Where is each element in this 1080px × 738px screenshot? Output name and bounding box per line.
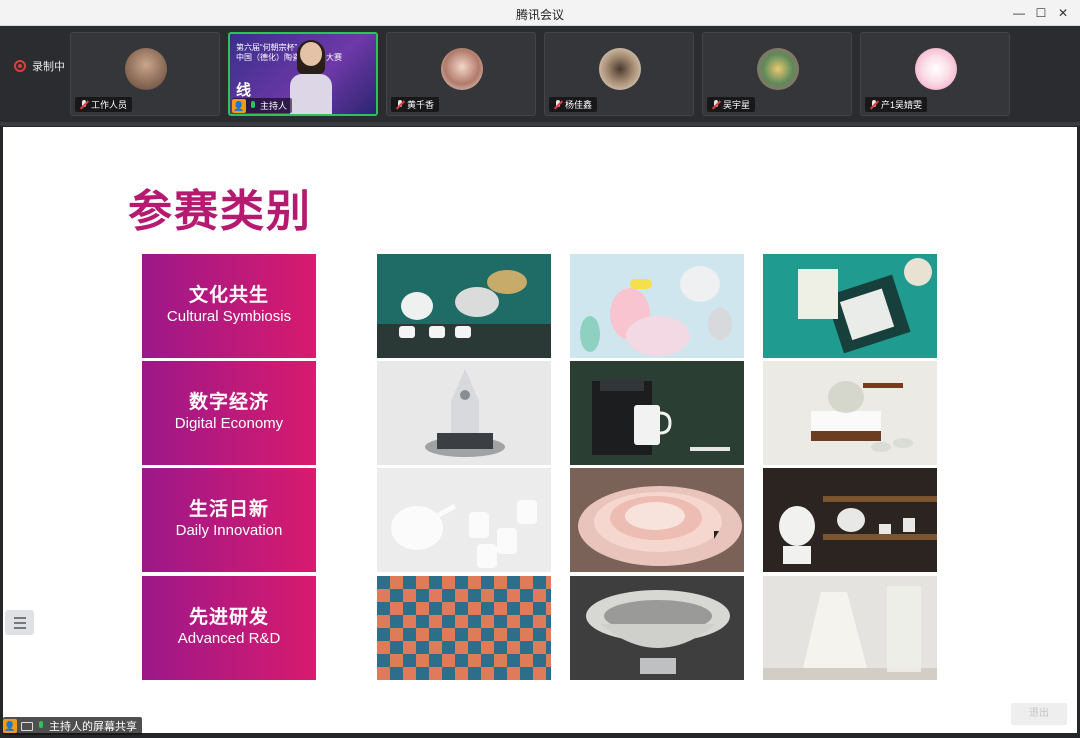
mic-muted-icon (80, 99, 88, 110)
category-card: 生活日新 Daily Innovation (142, 468, 316, 572)
host-video-text-3: 线 (236, 82, 252, 99)
record-icon (14, 60, 26, 72)
category-card: 数字经济 Digital Economy (142, 361, 316, 465)
share-label-text: 主持人的屏幕共享 (49, 721, 137, 733)
category-title-zh: 文化共生 (188, 284, 269, 306)
category-title-zh: 先进研发 (188, 606, 269, 628)
participant-namebar: 吴宇星 (707, 97, 756, 112)
participant-name: 产1吴婧雯 (881, 100, 923, 110)
category-card: 文化共生 Cultural Symbiosis (142, 254, 316, 358)
avatar (599, 48, 641, 90)
participant-tile[interactable]: 吴宇星 (702, 32, 852, 116)
mic-muted-icon (870, 99, 878, 110)
shared-screen: 参赛类别 文化共生 Cultural Symbiosis 数字经济 Digita… (3, 127, 1077, 733)
mic-muted-icon (396, 99, 404, 110)
slide-title: 参赛类别 (128, 186, 312, 237)
participant-tile-host[interactable]: 第六届“何朝宗杯” 中国（德化）陶瓷 大赛 线 👤 主持人 (228, 32, 378, 116)
mic-on-icon (249, 100, 257, 111)
minimize-icon[interactable]: — (1010, 4, 1028, 22)
divider (0, 122, 1080, 126)
category-title-en: Digital Economy (174, 415, 284, 432)
product-photo (377, 576, 551, 680)
participant-namebar: 产1吴婧雯 (865, 97, 928, 112)
participant-name: 工作人员 (91, 100, 128, 110)
product-photo (763, 361, 937, 465)
category-title-en: Advanced R&D (177, 630, 281, 647)
meeting-window: 腾讯会议 — ☐ ✕ 录制中 工作人员 第六届“何朝宗杯” 中国（德化）陶瓷 大赛… (0, 0, 1080, 738)
recording-indicator[interactable]: 录制中 (14, 58, 65, 74)
mouse-cursor (714, 531, 719, 539)
participant-name: 吴宇星 (723, 100, 751, 110)
participant-namebar: 杨佳鑫 (549, 97, 598, 112)
product-photo (570, 254, 744, 358)
product-photo (763, 468, 937, 572)
product-photo (763, 254, 937, 358)
product-photo (763, 576, 937, 680)
participant-tile[interactable]: 杨佳鑫 (544, 32, 694, 116)
participant-name: 主持人 (260, 101, 288, 111)
host-person (290, 40, 332, 114)
category-title-en: Daily Innovation (175, 522, 283, 539)
exit-button[interactable]: 退出 (1011, 703, 1067, 725)
screen-share-label: 👤 主持人的屏幕共享 (3, 717, 142, 735)
close-icon[interactable]: ✕ (1054, 4, 1072, 22)
screen-share-icon (21, 721, 33, 731)
product-photo (570, 468, 744, 572)
mic-muted-icon (712, 99, 720, 110)
participant-name: 杨佳鑫 (565, 100, 593, 110)
host-badge-icon: 👤 (3, 719, 17, 733)
mic-on-icon (37, 721, 45, 731)
title-bar: 腾讯会议 — ☐ ✕ (0, 0, 1080, 26)
avatar (441, 48, 483, 90)
product-photo (570, 576, 744, 680)
window-title: 腾讯会议 (515, 8, 564, 22)
category-title-zh: 数字经济 (188, 391, 269, 413)
avatar (915, 48, 957, 90)
avatar (125, 48, 167, 90)
participant-tile[interactable]: 工作人员 (70, 32, 220, 116)
participant-tile[interactable]: 产1吴婧雯 (860, 32, 1010, 116)
participant-name: 黄千香 (407, 100, 435, 110)
list-menu-icon[interactable] (5, 610, 34, 635)
participant-tile[interactable]: 黄千香 (386, 32, 536, 116)
participant-namebar: 工作人员 (75, 97, 133, 112)
avatar (757, 48, 799, 90)
participant-namebar: 黄千香 (391, 97, 440, 112)
category-title-en: Cultural Symbiosis (166, 308, 292, 325)
mic-muted-icon (554, 99, 562, 110)
participant-strip: 录制中 工作人员 第六届“何朝宗杯” 中国（德化）陶瓷 大赛 线 👤 主持人 黄… (0, 26, 1080, 122)
category-card: 先进研发 Advanced R&D (142, 576, 316, 680)
product-photo (570, 361, 744, 465)
product-photo (377, 254, 551, 358)
host-badge-icon: 👤 (232, 98, 246, 113)
category-title-zh: 生活日新 (188, 498, 269, 520)
maximize-icon[interactable]: ☐ (1032, 4, 1050, 22)
participant-namebar: 👤 主持人 (232, 98, 293, 113)
recording-label: 录制中 (32, 61, 65, 73)
product-photo (377, 361, 551, 465)
product-photo (377, 468, 551, 572)
